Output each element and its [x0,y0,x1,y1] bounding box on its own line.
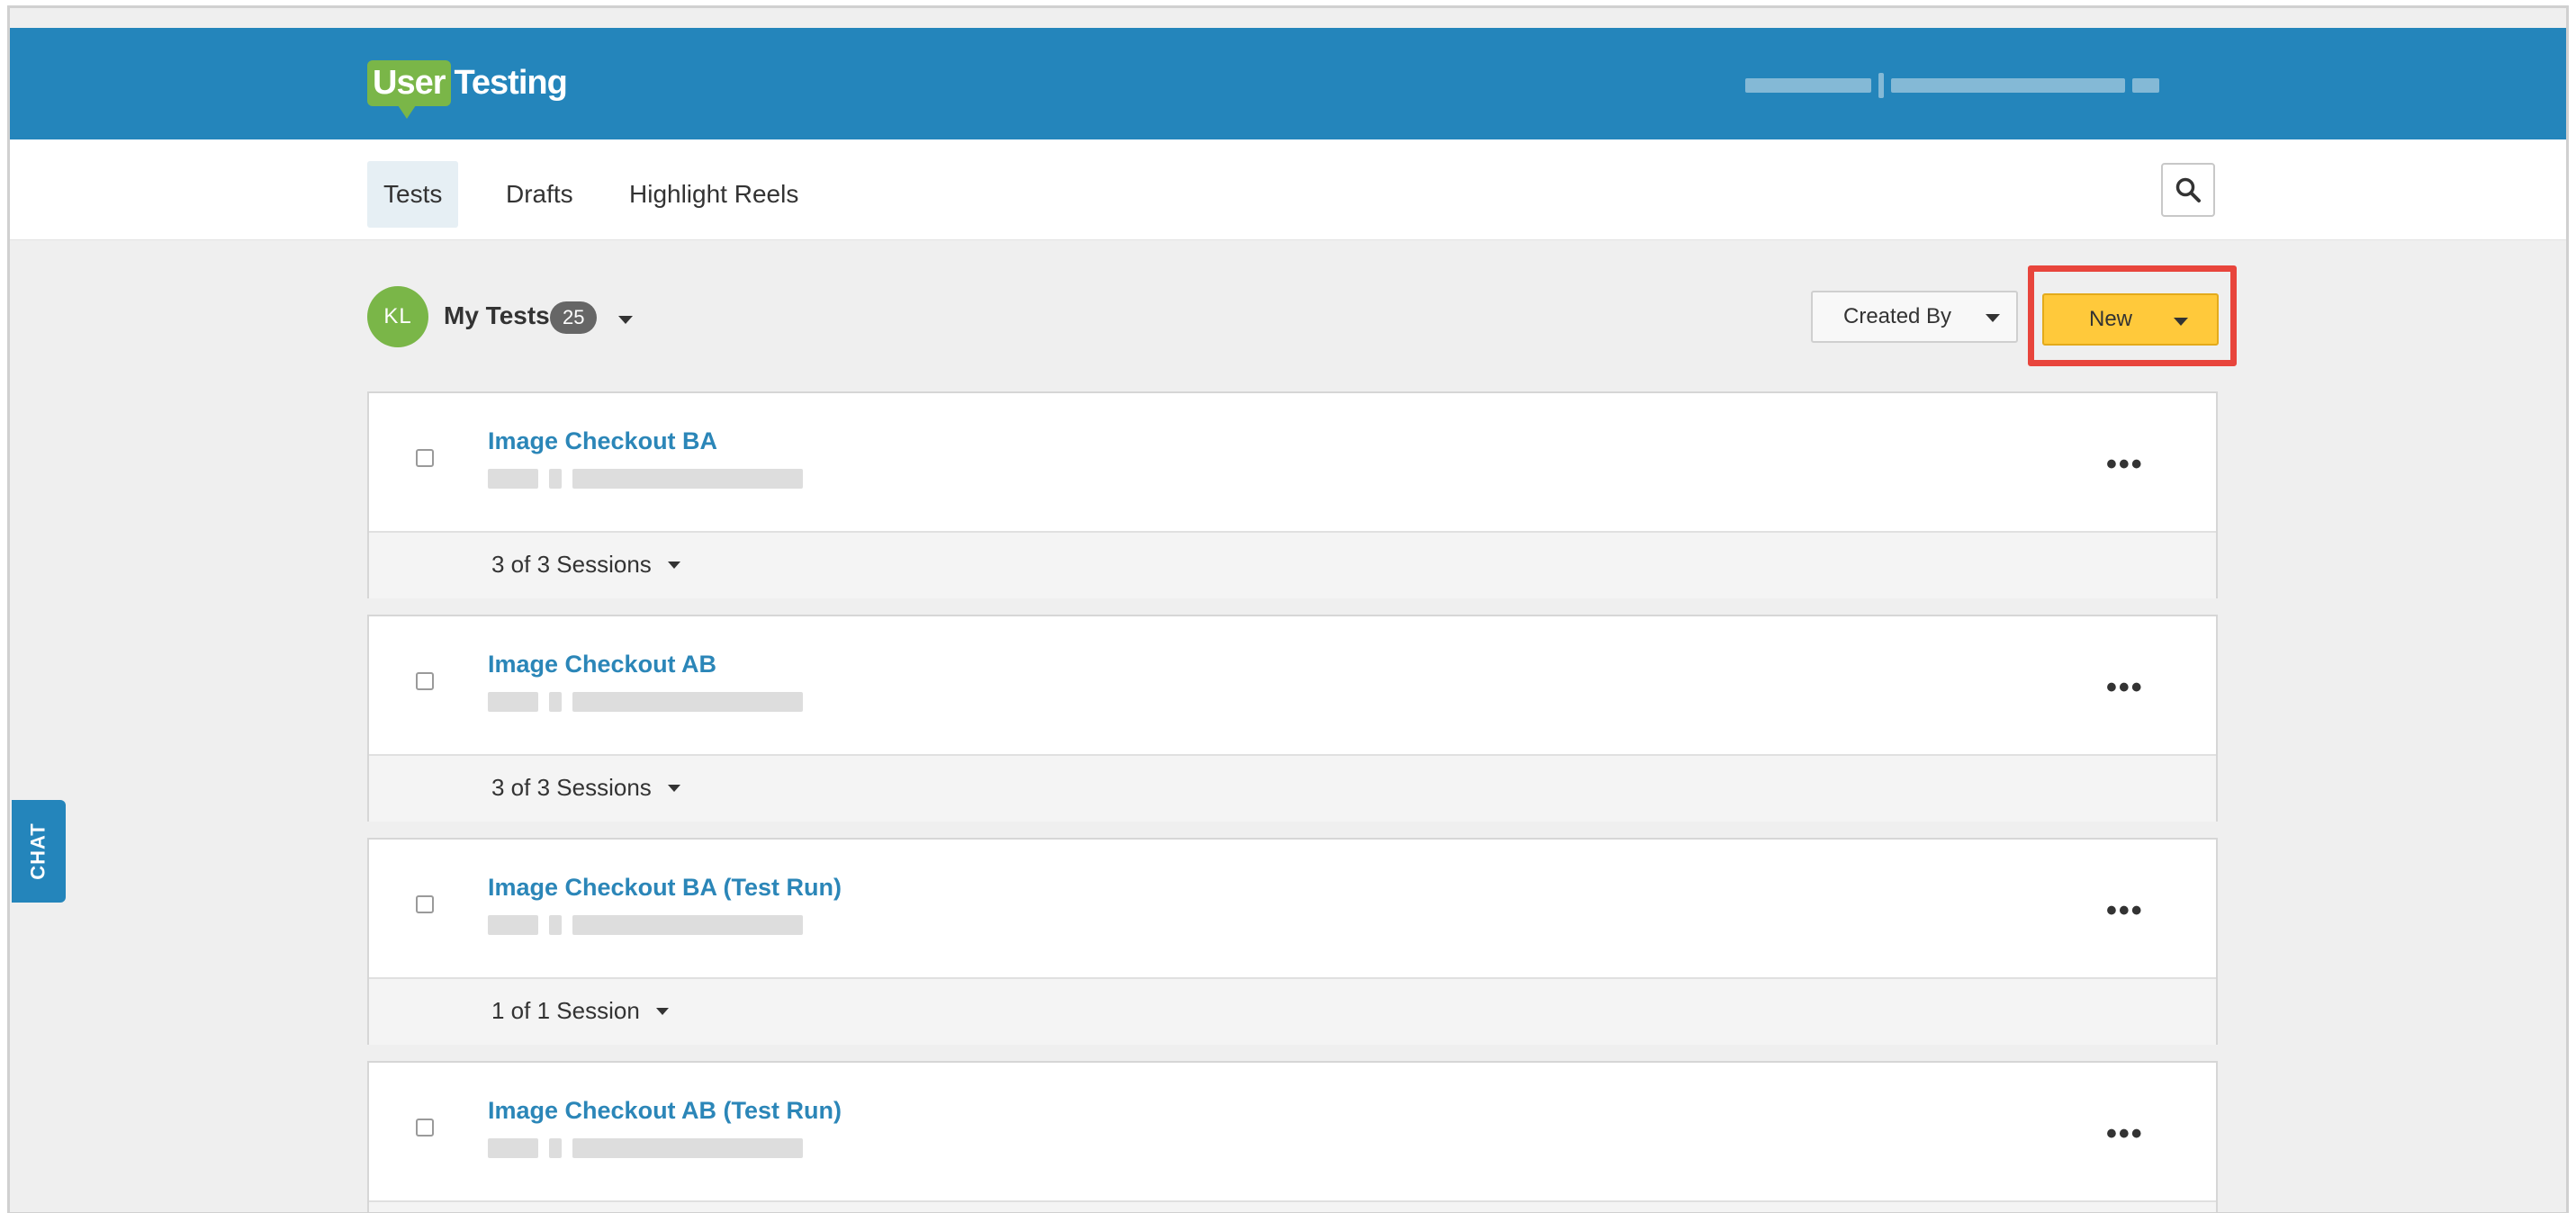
test-meta-redacted [488,915,803,935]
sessions-label: 1 of 1 Session [491,997,640,1024]
tab-drafts[interactable]: Drafts [490,161,590,228]
test-card: Image Checkout AB ••• 3 of 3 Sessions [367,615,2218,822]
search-icon [2175,177,2201,202]
top-header-bar: User Testing [10,28,2566,139]
test-meta-redacted [488,692,803,712]
my-tests-chevron-down-icon[interactable] [618,316,633,324]
sessions-dropdown[interactable]: 1 of 1 Session [491,997,669,1025]
sessions-label: 3 of 3 Sessions [491,551,652,578]
more-options-icon[interactable]: ••• [2106,447,2144,482]
test-checkbox[interactable] [416,1119,434,1137]
test-count-badge: 25 [550,301,598,334]
chevron-down-icon [655,1007,669,1015]
logo-testing-text: Testing [454,64,568,102]
new-button[interactable]: New [2042,293,2219,346]
test-title-link[interactable]: Image Checkout BA [488,427,717,455]
test-meta-redacted [488,469,803,489]
logo-user-mark: User [367,60,451,119]
chevron-down-icon [1986,314,2000,322]
created-by-label: Created By [1843,304,1952,328]
usertesting-logo[interactable]: User Testing [367,60,568,119]
search-button[interactable] [2161,163,2215,217]
app-frame: User Testing Tests Drafts Highlight Reel… [7,5,2569,1213]
test-checkbox[interactable] [416,672,434,690]
created-by-dropdown[interactable]: Created By [1811,291,2018,343]
sessions-dropdown[interactable]: 3 of 3 Sessions [491,774,680,802]
new-button-label: New [2089,307,2133,331]
chevron-down-icon [667,561,680,569]
test-title-link[interactable]: Image Checkout AB [488,651,716,678]
chevron-down-icon [667,784,680,792]
test-card: Image Checkout BA ••• 3 of 3 Sessions [367,391,2218,598]
chat-tab[interactable]: CHAT [12,800,66,903]
test-meta-redacted [488,1138,803,1158]
test-title-link[interactable]: Image Checkout AB (Test Run) [488,1097,842,1125]
tab-highlight-reels[interactable]: Highlight Reels [613,161,815,228]
sessions-label: 3 of 3 Sessions [491,774,652,801]
sessions-dropdown[interactable]: 3 of 3 Sessions [491,551,680,579]
chat-label: CHAT [27,822,50,880]
test-checkbox[interactable] [416,449,434,467]
more-options-icon[interactable]: ••• [2106,1117,2144,1152]
more-options-icon[interactable]: ••• [2106,670,2144,705]
my-tests-title[interactable]: My Tests [444,301,550,330]
more-options-icon[interactable]: ••• [2106,894,2144,929]
test-card: Image Checkout BA (Test Run) ••• 1 of 1 … [367,838,2218,1045]
test-checkbox[interactable] [416,895,434,913]
tab-tests[interactable]: Tests [367,161,459,228]
chevron-down-icon [2174,318,2188,326]
secondary-nav: Tests Drafts Highlight Reels [10,139,2566,240]
my-tests-header: KL My Tests 25 Created By New [10,240,2566,375]
account-info-redacted[interactable] [1745,73,2159,98]
test-title-link[interactable]: Image Checkout BA (Test Run) [488,874,842,902]
test-card: Image Checkout AB (Test Run) ••• [367,1061,2218,1212]
avatar[interactable]: KL [367,286,428,347]
